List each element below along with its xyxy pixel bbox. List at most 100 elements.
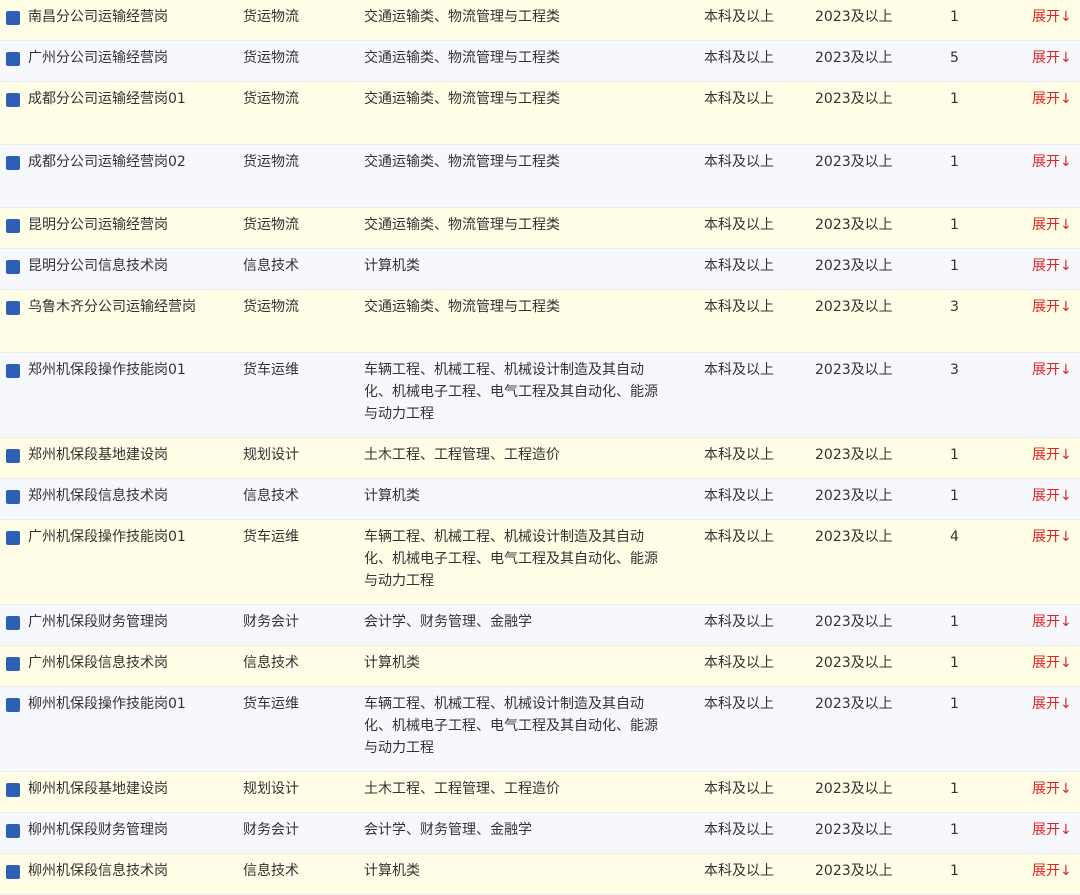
position-year: 2023及以上: [815, 91, 893, 107]
expand-link[interactable]: 展开↓: [1032, 47, 1080, 69]
position-category: 货车运维: [243, 529, 299, 545]
expand-link[interactable]: 展开↓: [1032, 652, 1080, 674]
expand-link[interactable]: 展开↓: [1032, 88, 1080, 110]
position-year: 2023及以上: [815, 614, 893, 630]
position-name: 郑州机保段操作技能岗01: [28, 362, 186, 378]
position-category: 规划设计: [243, 781, 299, 797]
position-count: 1: [950, 447, 959, 463]
position-count: 1: [950, 154, 959, 170]
position-major: 土木工程、工程管理、工程造价: [364, 447, 560, 463]
position-name: 广州机保段财务管理岗: [28, 614, 168, 630]
position-count: 1: [950, 9, 959, 25]
position-education: 本科及以上: [704, 822, 774, 838]
position-category: 货运物流: [243, 9, 299, 25]
position-major: 车辆工程、机械工程、机械设计制造及其自动化、机械电子工程、电气工程及其自动化、能…: [364, 529, 658, 589]
expand-link[interactable]: 展开↓: [1032, 151, 1080, 173]
position-major: 交通运输类、物流管理与工程类: [364, 9, 560, 25]
position-major: 计算机类: [364, 488, 420, 504]
expand-link[interactable]: 展开↓: [1032, 444, 1080, 466]
job-table: 南昌分公司运输经营岗 货运物流 交通运输类、物流管理与工程类 本科及以上 202…: [0, 0, 1080, 895]
row-marker-icon: [6, 219, 20, 233]
position-name: 柳州机保段基地建设岗: [28, 781, 168, 797]
position-count: 1: [950, 488, 959, 504]
position-major: 会计学、财务管理、金融学: [364, 822, 532, 838]
position-major: 交通运输类、物流管理与工程类: [364, 154, 560, 170]
table-row: 广州机保段财务管理岗 财务会计 会计学、财务管理、金融学 本科及以上 2023及…: [0, 605, 1080, 646]
position-year: 2023及以上: [815, 655, 893, 671]
position-category: 货车运维: [243, 696, 299, 712]
row-marker-icon: [6, 260, 20, 274]
position-education: 本科及以上: [704, 91, 774, 107]
position-year: 2023及以上: [815, 863, 893, 879]
expand-link[interactable]: 展开↓: [1032, 359, 1080, 381]
table-row: 柳州机保段操作技能岗01 货车运维 车辆工程、机械工程、机械设计制造及其自动化、…: [0, 687, 1080, 772]
row-marker-icon: [6, 156, 20, 170]
position-count: 1: [950, 614, 959, 630]
position-category: 信息技术: [243, 863, 299, 879]
row-marker-icon: [6, 52, 20, 66]
position-count: 1: [950, 781, 959, 797]
expand-link[interactable]: 展开↓: [1032, 526, 1080, 548]
row-marker-icon: [6, 783, 20, 797]
table-row: 柳州机保段财务管理岗 财务会计 会计学、财务管理、金融学 本科及以上 2023及…: [0, 813, 1080, 854]
position-category: 货运物流: [243, 91, 299, 107]
table-row: 柳州机保段信息技术岗 信息技术 计算机类 本科及以上 2023及以上 1 展开↓: [0, 854, 1080, 895]
table-row: 昆明分公司运输经营岗 货运物流 交通运输类、物流管理与工程类 本科及以上 202…: [0, 208, 1080, 249]
position-count: 1: [950, 863, 959, 879]
position-education: 本科及以上: [704, 696, 774, 712]
table-row: 成都分公司运输经营岗01 货运物流 交通运输类、物流管理与工程类 本科及以上 2…: [0, 82, 1080, 145]
position-major: 会计学、财务管理、金融学: [364, 614, 532, 630]
position-category: 信息技术: [243, 258, 299, 274]
row-marker-icon: [6, 616, 20, 630]
position-category: 财务会计: [243, 822, 299, 838]
expand-link[interactable]: 展开↓: [1032, 296, 1080, 318]
position-year: 2023及以上: [815, 696, 893, 712]
position-count: 3: [950, 299, 959, 315]
expand-link[interactable]: 展开↓: [1032, 860, 1080, 882]
expand-link[interactable]: 展开↓: [1032, 819, 1080, 841]
position-count: 1: [950, 655, 959, 671]
table-row: 广州分公司运输经营岗 货运物流 交通运输类、物流管理与工程类 本科及以上 202…: [0, 41, 1080, 82]
position-category: 财务会计: [243, 614, 299, 630]
position-year: 2023及以上: [815, 9, 893, 25]
table-row: 成都分公司运输经营岗02 货运物流 交通运输类、物流管理与工程类 本科及以上 2…: [0, 145, 1080, 208]
position-name: 柳州机保段财务管理岗: [28, 822, 168, 838]
table-row: 昆明分公司信息技术岗 信息技术 计算机类 本科及以上 2023及以上 1 展开↓: [0, 249, 1080, 290]
position-education: 本科及以上: [704, 614, 774, 630]
position-year: 2023及以上: [815, 447, 893, 463]
position-year: 2023及以上: [815, 488, 893, 504]
expand-link[interactable]: 展开↓: [1032, 214, 1080, 236]
position-education: 本科及以上: [704, 50, 774, 66]
position-count: 1: [950, 696, 959, 712]
position-count: 5: [950, 50, 959, 66]
expand-link[interactable]: 展开↓: [1032, 611, 1080, 633]
position-category: 货运物流: [243, 50, 299, 66]
table-row: 郑州机保段基地建设岗 规划设计 土木工程、工程管理、工程造价 本科及以上 202…: [0, 438, 1080, 479]
position-year: 2023及以上: [815, 529, 893, 545]
expand-link[interactable]: 展开↓: [1032, 693, 1080, 715]
position-education: 本科及以上: [704, 362, 774, 378]
position-major: 交通运输类、物流管理与工程类: [364, 299, 560, 315]
expand-link[interactable]: 展开↓: [1032, 6, 1080, 28]
row-marker-icon: [6, 449, 20, 463]
expand-link[interactable]: 展开↓: [1032, 255, 1080, 277]
position-name: 成都分公司运输经营岗01: [28, 91, 186, 107]
position-count: 1: [950, 258, 959, 274]
row-marker-icon: [6, 824, 20, 838]
expand-link[interactable]: 展开↓: [1032, 485, 1080, 507]
position-name: 柳州机保段信息技术岗: [28, 863, 168, 879]
position-name: 南昌分公司运输经营岗: [28, 9, 168, 25]
position-name: 乌鲁木齐分公司运输经营岗: [28, 299, 196, 315]
position-name: 柳州机保段操作技能岗01: [28, 696, 186, 712]
position-year: 2023及以上: [815, 781, 893, 797]
position-name: 郑州机保段基地建设岗: [28, 447, 168, 463]
table-row: 乌鲁木齐分公司运输经营岗 货运物流 交通运输类、物流管理与工程类 本科及以上 2…: [0, 290, 1080, 353]
table-row: 郑州机保段操作技能岗01 货车运维 车辆工程、机械工程、机械设计制造及其自动化、…: [0, 353, 1080, 438]
expand-link[interactable]: 展开↓: [1032, 778, 1080, 800]
position-category: 信息技术: [243, 488, 299, 504]
position-name: 成都分公司运输经营岗02: [28, 154, 186, 170]
position-year: 2023及以上: [815, 822, 893, 838]
position-count: 4: [950, 529, 959, 545]
position-category: 规划设计: [243, 447, 299, 463]
row-marker-icon: [6, 698, 20, 712]
